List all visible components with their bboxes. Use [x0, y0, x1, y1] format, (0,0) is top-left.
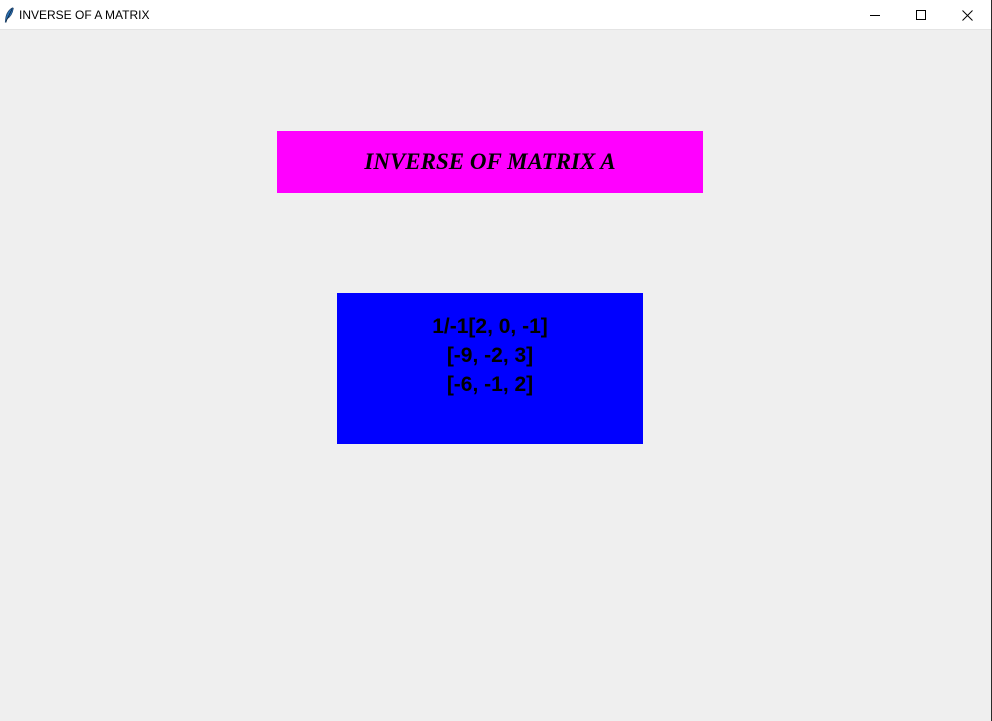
feather-icon: [3, 7, 15, 23]
minimize-button[interactable]: [852, 0, 898, 30]
maximize-button[interactable]: [898, 0, 944, 30]
title-bar[interactable]: INVERSE OF A MATRIX: [0, 0, 991, 30]
maximize-icon: [916, 10, 926, 20]
result-line: 1/-1[2, 0, -1]: [432, 315, 548, 338]
result-line: [-9, -2, 3]: [446, 344, 534, 367]
result-line: [-6, -1, 2]: [446, 373, 534, 396]
inverse-result-box: 1/-1[2, 0, -1] [-9, -2, 3] [-6, -1, 2]: [337, 293, 643, 444]
window-title: INVERSE OF A MATRIX: [19, 8, 150, 22]
page-title: INVERSE OF MATRIX A: [277, 131, 703, 193]
minimize-icon: [870, 10, 880, 20]
app-window: INVERSE OF A MATRIX INVERSE OF MATRIX A …: [0, 0, 992, 721]
close-icon: [961, 9, 973, 21]
close-button[interactable]: [944, 0, 990, 30]
window-content: INVERSE OF MATRIX A 1/-1[2, 0, -1] [-9, …: [0, 30, 991, 721]
